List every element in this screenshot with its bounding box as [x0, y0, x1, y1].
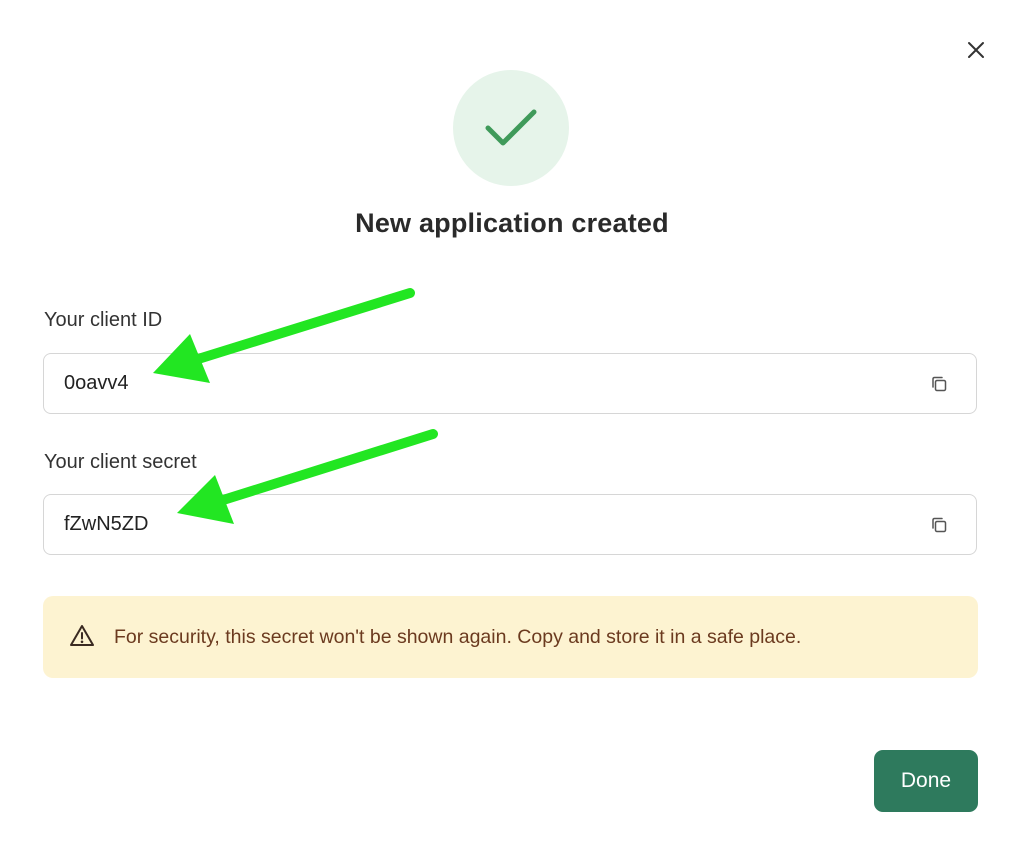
client-id-label: Your client ID: [44, 309, 163, 331]
security-warning-text: For security, this secret won't be shown…: [114, 626, 802, 648]
success-badge: [453, 70, 569, 186]
done-button[interactable]: Done: [874, 750, 978, 812]
client-id-field[interactable]: 0oavv4: [43, 353, 977, 414]
copy-client-secret-button[interactable]: [928, 514, 950, 536]
close-button[interactable]: [960, 34, 992, 66]
copy-icon: [932, 517, 947, 533]
client-id-value[interactable]: 0oavv4: [64, 354, 129, 413]
client-secret-value[interactable]: fZwN5ZD: [64, 495, 148, 554]
client-secret-field[interactable]: fZwN5ZD: [43, 494, 977, 555]
copy-icon: [932, 376, 947, 392]
security-warning-banner: For security, this secret won't be shown…: [43, 596, 978, 678]
new-application-dialog: New application created Your client ID 0…: [0, 0, 1024, 857]
copy-client-id-button[interactable]: [928, 373, 950, 395]
dialog-title: New application created: [355, 208, 669, 238]
checkmark-icon: [485, 109, 537, 146]
client-secret-label: Your client secret: [44, 451, 197, 473]
close-icon: [968, 42, 984, 58]
warning-triangle-icon: [70, 625, 94, 646]
